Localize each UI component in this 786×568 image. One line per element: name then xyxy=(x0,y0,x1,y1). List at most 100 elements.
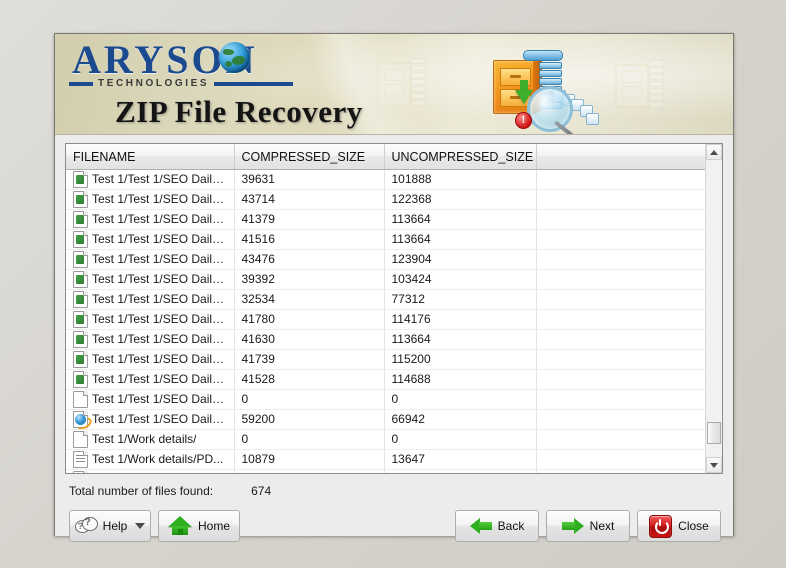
table-row[interactable]: Test 1/Test 1/SEO Daily... 41528 114688 xyxy=(66,369,705,390)
cell-blank xyxy=(536,309,705,330)
cell-filename: Test 1/Work details/ xyxy=(66,429,235,450)
column-header-filename[interactable]: FILENAME xyxy=(66,144,235,170)
desktop-background: ARYSON TECHNOLOGIES ZIP File Recovery ! … xyxy=(0,0,786,568)
cell-uncompressed-size: 19099 xyxy=(384,469,537,473)
table-row[interactable]: Test 1/Work details/0 0 xyxy=(66,429,705,450)
cell-blank xyxy=(536,429,705,450)
cell-filename: Test 1/Test 1/SEO Daily... xyxy=(66,269,235,290)
footer-button-bar: ?? Help Home Back Next Close xyxy=(65,506,723,546)
cell-uncompressed-size: 0 xyxy=(384,429,537,450)
cell-filename: Test 1/Test 1/SEO Daily... xyxy=(66,369,235,390)
cell-blank xyxy=(536,469,705,473)
cell-compressed-size: 41379 xyxy=(234,209,385,230)
cell-filename: Test 1/Test 1/SEO Daily... xyxy=(66,189,235,210)
table-row[interactable]: Test 1/Work details/PD... 10879 13647 xyxy=(66,449,705,470)
file-name-text: Test 1/Work details/ xyxy=(92,432,197,446)
cell-compressed-size: 43476 xyxy=(234,249,385,270)
window-body: FILENAME COMPRESSED_SIZE UNCOMPRESSED_SI… xyxy=(55,135,733,542)
cell-compressed-size: 32534 xyxy=(234,289,385,310)
cell-filename: Test 1/Test 1/SEO Daily... xyxy=(66,349,235,370)
cell-compressed-size: 41528 xyxy=(234,369,385,390)
file-name-text: Test 1/Test 1/SEO Daily... xyxy=(92,252,227,266)
cell-filename: Test 1/Test 1/SEO Daily... xyxy=(66,209,235,230)
cell-uncompressed-size: 123904 xyxy=(384,249,537,270)
table-row[interactable]: Test 1/Test 1/SEO Daily... 43476 123904 xyxy=(66,249,705,270)
blank-file-icon xyxy=(73,391,88,408)
column-header-compressed-size[interactable]: COMPRESSED_SIZE xyxy=(234,144,385,170)
table-row[interactable]: Test 1/Test 1/SEO Daily... 43714 122368 xyxy=(66,189,705,210)
application-window: ARYSON TECHNOLOGIES ZIP File Recovery ! … xyxy=(54,33,734,542)
chevron-down-icon[interactable] xyxy=(135,523,146,529)
help-button-label: Help xyxy=(102,519,128,533)
file-name-text: Test 1/Test 1/SEO Daily... xyxy=(92,352,227,366)
excel-file-icon xyxy=(73,311,88,328)
table-row[interactable]: Test 1/Test 1/SEO Daily... 41379 113664 xyxy=(66,209,705,230)
file-list-scroll-region[interactable]: FILENAME COMPRESSED_SIZE UNCOMPRESSED_SI… xyxy=(66,144,705,473)
cell-uncompressed-size: 66942 xyxy=(384,409,537,430)
cell-uncompressed-size: 114688 xyxy=(384,369,537,390)
power-icon xyxy=(649,514,673,538)
scrollbar-thumb[interactable] xyxy=(707,422,721,444)
cell-blank xyxy=(536,189,705,210)
cell-uncompressed-size: 113664 xyxy=(384,329,537,350)
scroll-down-button[interactable] xyxy=(706,457,722,473)
cell-filename: Test 1/Test 1/SEO Daily... xyxy=(66,289,235,310)
scroll-up-button[interactable] xyxy=(706,144,722,160)
file-name-text: Test 1/Test 1/SEO Daily... xyxy=(92,392,227,406)
vertical-scrollbar[interactable] xyxy=(705,144,722,473)
file-name-text: Test 1/Test 1/SEO Daily... xyxy=(92,192,227,206)
cell-uncompressed-size: 113664 xyxy=(384,229,537,250)
cell-compressed-size: 10879 xyxy=(234,449,385,470)
brand-tagline-row: TECHNOLOGIES xyxy=(69,78,293,89)
file-name-text: Test 1/Test 1/SEO Daily... xyxy=(92,232,227,246)
cell-blank xyxy=(536,209,705,230)
brand-name: ARYSON xyxy=(69,40,363,80)
column-header-uncompressed-size[interactable]: UNCOMPRESSED_SIZE xyxy=(384,144,537,170)
excel-file-icon xyxy=(73,231,88,248)
back-button[interactable]: Back xyxy=(455,510,539,542)
application-banner: ARYSON TECHNOLOGIES ZIP File Recovery ! xyxy=(55,34,733,135)
excel-file-icon xyxy=(73,291,88,308)
table-row[interactable]: Test 1/Test 1/SEO Daily... 32534 77312 xyxy=(66,289,705,310)
close-button-label: Close xyxy=(678,519,709,533)
table-row[interactable]: Test 1/Test 1/SEO Daily... 41630 113664 xyxy=(66,329,705,350)
help-button[interactable]: ?? Help xyxy=(69,510,151,542)
column-header-blank[interactable] xyxy=(536,144,705,170)
cell-blank xyxy=(536,449,705,470)
next-button[interactable]: Next xyxy=(546,510,630,542)
cell-uncompressed-size: 103424 xyxy=(384,269,537,290)
next-button-label: Next xyxy=(589,519,615,533)
table-row[interactable]: Test 1/Test 1/SEO Daily... 59200 66942 xyxy=(66,409,705,430)
table-row[interactable]: Test 1/Test 1/SEO Daily... 0 0 xyxy=(66,389,705,410)
file-name-text: Test 1/Test 1/SEO Daily... xyxy=(92,312,227,326)
home-button[interactable]: Home xyxy=(158,510,240,542)
cell-filename: Test 1/Test 1/SEO Daily... xyxy=(66,169,235,190)
excel-file-icon xyxy=(73,171,88,188)
table-row[interactable]: Test 1/Test 1/SEO Daily... 39392 103424 xyxy=(66,269,705,290)
home-icon xyxy=(168,516,192,536)
excel-file-icon xyxy=(73,331,88,348)
file-name-text: Test 1/Test 1/SEO Daily... xyxy=(92,272,227,286)
cell-compressed-size: 41630 xyxy=(234,329,385,350)
cell-compressed-size: 41780 xyxy=(234,309,385,330)
file-name-text: Test 1/Test 1/SEO Daily... xyxy=(92,332,227,346)
file-name-text: Test 1/Test 1/SEO Daily... xyxy=(92,212,227,226)
total-files-label: Total number of files found: xyxy=(69,484,214,498)
table-row[interactable]: Test 1/Test 1/SEO Daily... 41739 115200 xyxy=(66,349,705,370)
excel-file-icon xyxy=(73,271,88,288)
cell-filename: Test 1/Test 1/SEO Daily... xyxy=(66,309,235,330)
table-row[interactable]: Test 1/Test 1/SEO Daily... 39631 101888 xyxy=(66,169,705,190)
document-file-icon xyxy=(73,471,88,473)
cell-blank xyxy=(536,269,705,290)
close-button[interactable]: Close xyxy=(637,510,721,542)
help-icon: ?? xyxy=(74,517,98,535)
cell-compressed-size: 0 xyxy=(234,429,385,450)
file-list-panel: FILENAME COMPRESSED_SIZE UNCOMPRESSED_SI… xyxy=(65,143,723,474)
table-row[interactable]: Test 1/Test 1/SEO Daily... 41516 113664 xyxy=(66,229,705,250)
browser-file-icon xyxy=(72,411,94,429)
excel-file-icon xyxy=(73,191,88,208)
cell-compressed-size: 43714 xyxy=(234,189,385,210)
table-row[interactable]: Test 1/Work details/Sm... 1634519099 xyxy=(66,469,705,473)
table-row[interactable]: Test 1/Test 1/SEO Daily... 41780 114176 xyxy=(66,309,705,330)
chevron-up-icon xyxy=(710,149,718,155)
